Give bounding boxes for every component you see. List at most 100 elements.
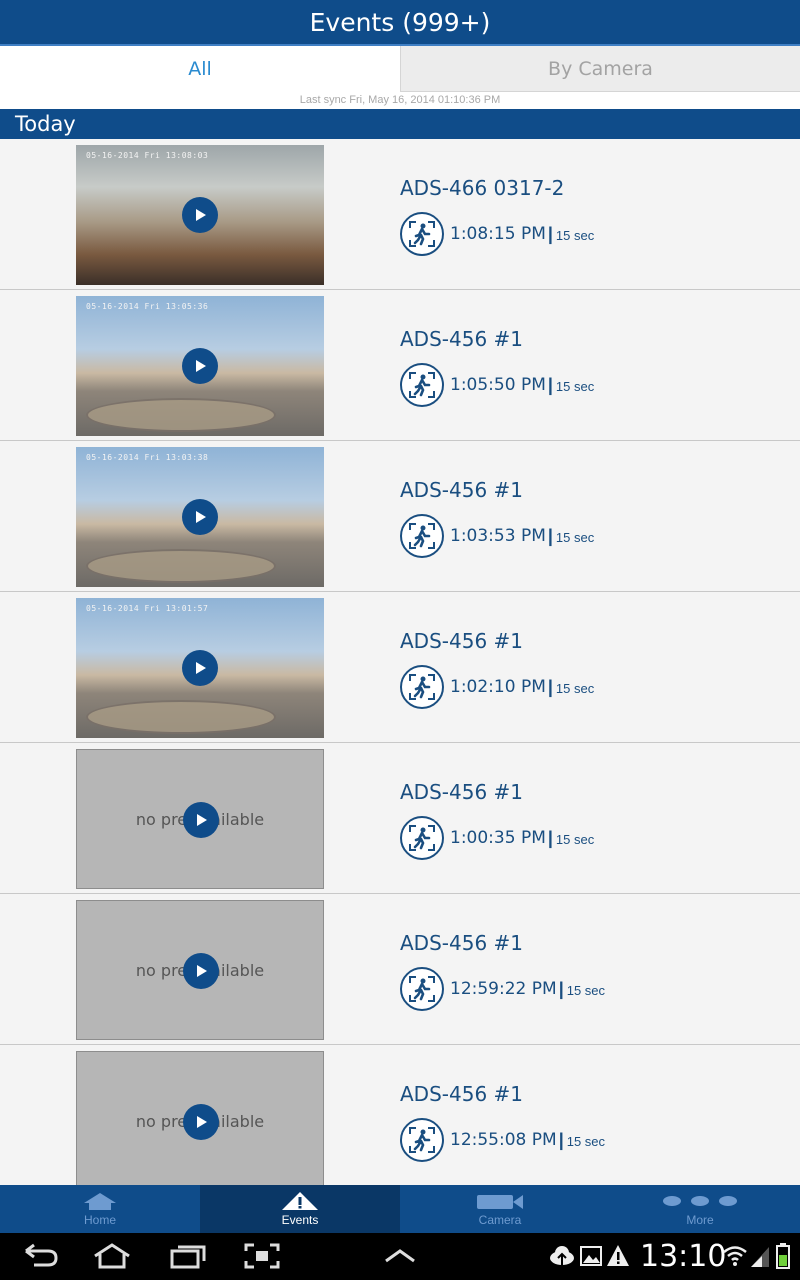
thumbnail-scenery bbox=[86, 700, 276, 734]
tab-by-camera[interactable]: By Camera bbox=[400, 46, 800, 92]
play-button[interactable] bbox=[183, 953, 219, 989]
home-nav-icon[interactable] bbox=[92, 1243, 132, 1269]
event-time: 1:03:53 PM bbox=[450, 526, 546, 546]
event-thumbnail[interactable]: no prev vailable bbox=[76, 749, 324, 889]
gallery-icon bbox=[580, 1246, 602, 1266]
event-duration: 15 sec bbox=[555, 379, 595, 394]
event-row[interactable]: 05-16-2014 Fri 13:08:03 ADS-466 0317-2 1:0… bbox=[0, 139, 800, 290]
event-row[interactable]: 05-16-2014 Fri 13:05:36 ADS-456 #1 1:05:50… bbox=[0, 290, 800, 441]
event-thumbnail[interactable]: 05-16-2014 Fri 13:05:36 bbox=[76, 296, 324, 436]
event-camera-name: ADS-456 #1 bbox=[400, 629, 524, 653]
nav-more[interactable]: More bbox=[600, 1185, 800, 1233]
play-button[interactable] bbox=[182, 197, 218, 233]
wifi-icon bbox=[723, 1246, 747, 1266]
motion-detection-icon bbox=[400, 363, 444, 407]
event-duration: 15 sec bbox=[555, 228, 595, 243]
motion-detection-icon bbox=[400, 1118, 444, 1162]
separator: | bbox=[547, 827, 553, 848]
separator: | bbox=[547, 525, 553, 546]
tab-all[interactable]: All bbox=[0, 46, 400, 92]
event-time: 12:55:08 PM bbox=[450, 1130, 557, 1150]
screenshot-icon[interactable] bbox=[244, 1243, 280, 1269]
nav-more-label: More bbox=[686, 1213, 714, 1227]
motion-detection-icon bbox=[400, 514, 444, 558]
section-header-today: Today bbox=[0, 109, 800, 139]
signal-icon bbox=[751, 1247, 769, 1267]
separator: | bbox=[547, 676, 553, 697]
event-time: 1:02:10 PM bbox=[450, 677, 546, 697]
event-time: 1:00:35 PM bbox=[450, 828, 546, 848]
event-meta: 1:00:35 PM | 15 sec bbox=[400, 816, 594, 860]
event-time: 1:05:50 PM bbox=[450, 375, 546, 395]
play-icon bbox=[197, 1116, 207, 1128]
nav-events[interactable]: Events bbox=[200, 1185, 400, 1233]
thumbnail-timestamp: 05-16-2014 Fri 13:01:57 bbox=[86, 604, 209, 613]
event-meta: 1:03:53 PM | 15 sec bbox=[400, 514, 594, 558]
event-thumbnail[interactable]: 05-16-2014 Fri 13:03:38 bbox=[76, 447, 324, 587]
battery-icon bbox=[776, 1243, 790, 1269]
event-thumbnail[interactable]: 05-16-2014 Fri 13:08:03 bbox=[76, 145, 324, 285]
nav-camera-label: Camera bbox=[478, 1213, 522, 1227]
thumbnail-timestamp: 05-16-2014 Fri 13:05:36 bbox=[86, 302, 209, 311]
separator: | bbox=[547, 223, 553, 244]
event-thumbnail[interactable]: no prev vailable bbox=[76, 1051, 324, 1185]
event-meta: 1:08:15 PM | 15 sec bbox=[400, 212, 594, 256]
event-time: 12:59:22 PM bbox=[450, 979, 557, 999]
separator: | bbox=[558, 1129, 564, 1150]
event-meta: 1:02:10 PM | 15 sec bbox=[400, 665, 594, 709]
event-meta: 1:05:50 PM | 15 sec bbox=[400, 363, 594, 407]
event-meta: 12:55:08 PM | 15 sec bbox=[400, 1118, 605, 1162]
event-meta: 12:59:22 PM | 15 sec bbox=[400, 967, 605, 1011]
event-camera-name: ADS-456 #1 bbox=[400, 478, 524, 502]
event-row[interactable]: 05-16-2014 Fri 13:01:57 ADS-456 #1 1:02:10… bbox=[0, 592, 800, 743]
event-time: 1:08:15 PM bbox=[450, 224, 546, 244]
page-title: Events (999+) bbox=[309, 7, 491, 37]
event-list[interactable]: 05-16-2014 Fri 13:08:03 ADS-466 0317-2 1:0… bbox=[0, 139, 800, 1185]
event-duration: 15 sec bbox=[555, 832, 595, 847]
warning-icon bbox=[282, 1192, 318, 1210]
nav-home[interactable]: Home bbox=[0, 1185, 200, 1233]
thumbnail-scenery bbox=[86, 549, 276, 583]
event-duration: 15 sec bbox=[555, 530, 595, 545]
camera-icon bbox=[477, 1195, 523, 1209]
play-button[interactable] bbox=[183, 1104, 219, 1140]
event-duration: 15 sec bbox=[566, 1134, 606, 1149]
home-icon bbox=[84, 1193, 116, 1210]
motion-detection-icon bbox=[400, 967, 444, 1011]
event-row[interactable]: no prev vailable ADS-456 #1 12:55:08 PM | 15… bbox=[0, 1045, 800, 1185]
play-icon bbox=[196, 511, 206, 523]
play-icon bbox=[196, 209, 206, 221]
nav-home-label: Home bbox=[83, 1213, 116, 1227]
event-duration: 15 sec bbox=[566, 983, 606, 998]
event-row[interactable]: 05-16-2014 Fri 13:03:38 ADS-456 #1 1:03:53… bbox=[0, 441, 800, 592]
back-icon[interactable] bbox=[20, 1243, 60, 1269]
event-camera-name: ADS-456 #1 bbox=[400, 931, 524, 955]
event-duration: 15 sec bbox=[555, 681, 595, 696]
play-icon bbox=[196, 360, 206, 372]
play-button[interactable] bbox=[182, 499, 218, 535]
system-bar: 13:10 bbox=[0, 1233, 800, 1280]
event-camera-name: ADS-466 0317-2 bbox=[400, 176, 565, 200]
event-thumbnail[interactable]: 05-16-2014 Fri 13:01:57 bbox=[76, 598, 324, 738]
chevron-up-icon[interactable] bbox=[382, 1243, 418, 1269]
tab-bar: All By Camera bbox=[0, 46, 800, 92]
play-button[interactable] bbox=[182, 348, 218, 384]
separator: | bbox=[558, 978, 564, 999]
thumbnail-scenery bbox=[86, 398, 276, 432]
recent-apps-icon[interactable] bbox=[168, 1243, 208, 1269]
motion-detection-icon bbox=[400, 665, 444, 709]
play-button[interactable] bbox=[183, 802, 219, 838]
event-thumbnail[interactable]: no prev vailable bbox=[76, 900, 324, 1040]
cloud-upload-icon bbox=[550, 1246, 574, 1265]
play-button[interactable] bbox=[182, 650, 218, 686]
event-row[interactable]: no prev vailable ADS-456 #1 1:00:35 PM | 15 … bbox=[0, 743, 800, 894]
motion-detection-icon bbox=[400, 816, 444, 860]
event-camera-name: ADS-456 #1 bbox=[400, 780, 524, 804]
thumbnail-timestamp: 05-16-2014 Fri 13:03:38 bbox=[86, 453, 209, 462]
event-row[interactable]: no prev vailable ADS-456 #1 12:59:22 PM | 15… bbox=[0, 894, 800, 1045]
nav-camera[interactable]: Camera bbox=[400, 1185, 600, 1233]
thumbnail-timestamp: 05-16-2014 Fri 13:08:03 bbox=[86, 151, 209, 160]
nav-events-label: Events bbox=[281, 1213, 319, 1227]
event-camera-name: ADS-456 #1 bbox=[400, 1082, 524, 1106]
bottom-nav: Home Events Camera More bbox=[0, 1185, 800, 1233]
